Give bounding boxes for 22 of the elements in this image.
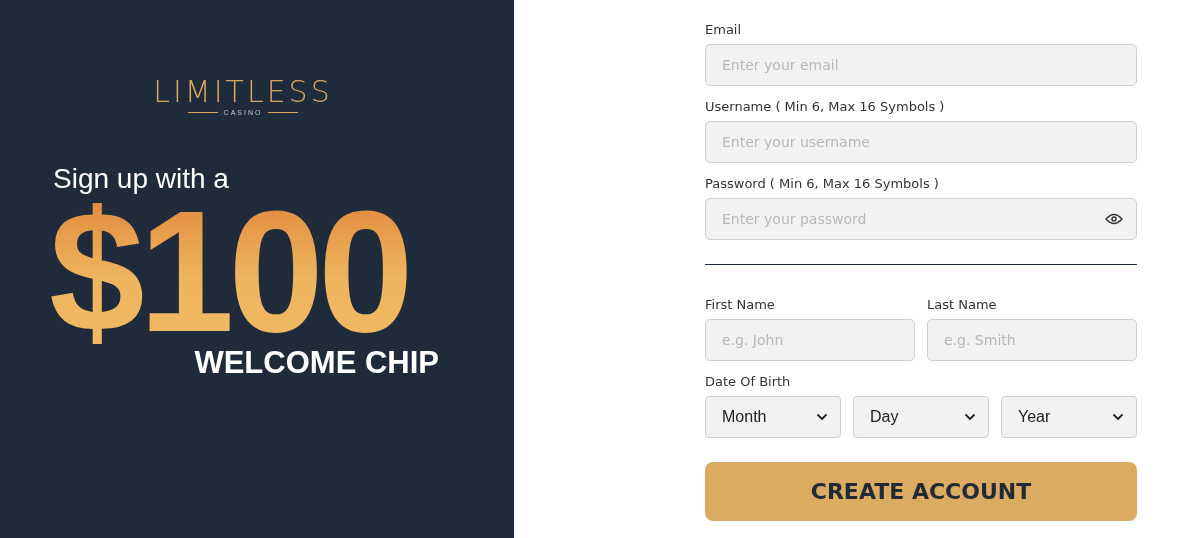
create-account-button[interactable]: CREATE ACCOUNT — [705, 462, 1137, 521]
input-field[interactable]: e.g. Smith — [927, 319, 1137, 361]
field-label: Date Of Birth — [705, 374, 792, 390]
date-dropdown[interactable]: Year — [1001, 396, 1137, 438]
input-field[interactable]: Enter your email — [705, 44, 1137, 86]
field-label: Last Name — [927, 297, 998, 313]
eye-icon[interactable] — [1105, 213, 1123, 225]
input-field[interactable]: e.g. John — [705, 319, 915, 361]
field-label: Password ( Min 6, Max 16 Symbols ) — [705, 176, 940, 192]
chevron-down-icon — [1112, 413, 1124, 421]
promo-intro: Sign up with a — [53, 162, 230, 196]
field-label: Username ( Min 6, Max 16 Symbols ) — [705, 99, 946, 115]
chevron-down-icon — [816, 413, 828, 421]
chevron-down-icon — [964, 413, 976, 421]
date-dropdown[interactable]: Day — [853, 396, 989, 438]
promo-offer: WELCOME CHIP — [194, 346, 439, 380]
field-label: Email — [705, 22, 743, 38]
date-dropdown[interactable]: Month — [705, 396, 841, 438]
input-field[interactable]: Enter your username — [705, 121, 1137, 163]
password-field[interactable]: Enter your password — [705, 198, 1137, 240]
field-label: First Name — [705, 297, 776, 313]
logo-wordmark: LIMITLESS — [153, 76, 333, 108]
